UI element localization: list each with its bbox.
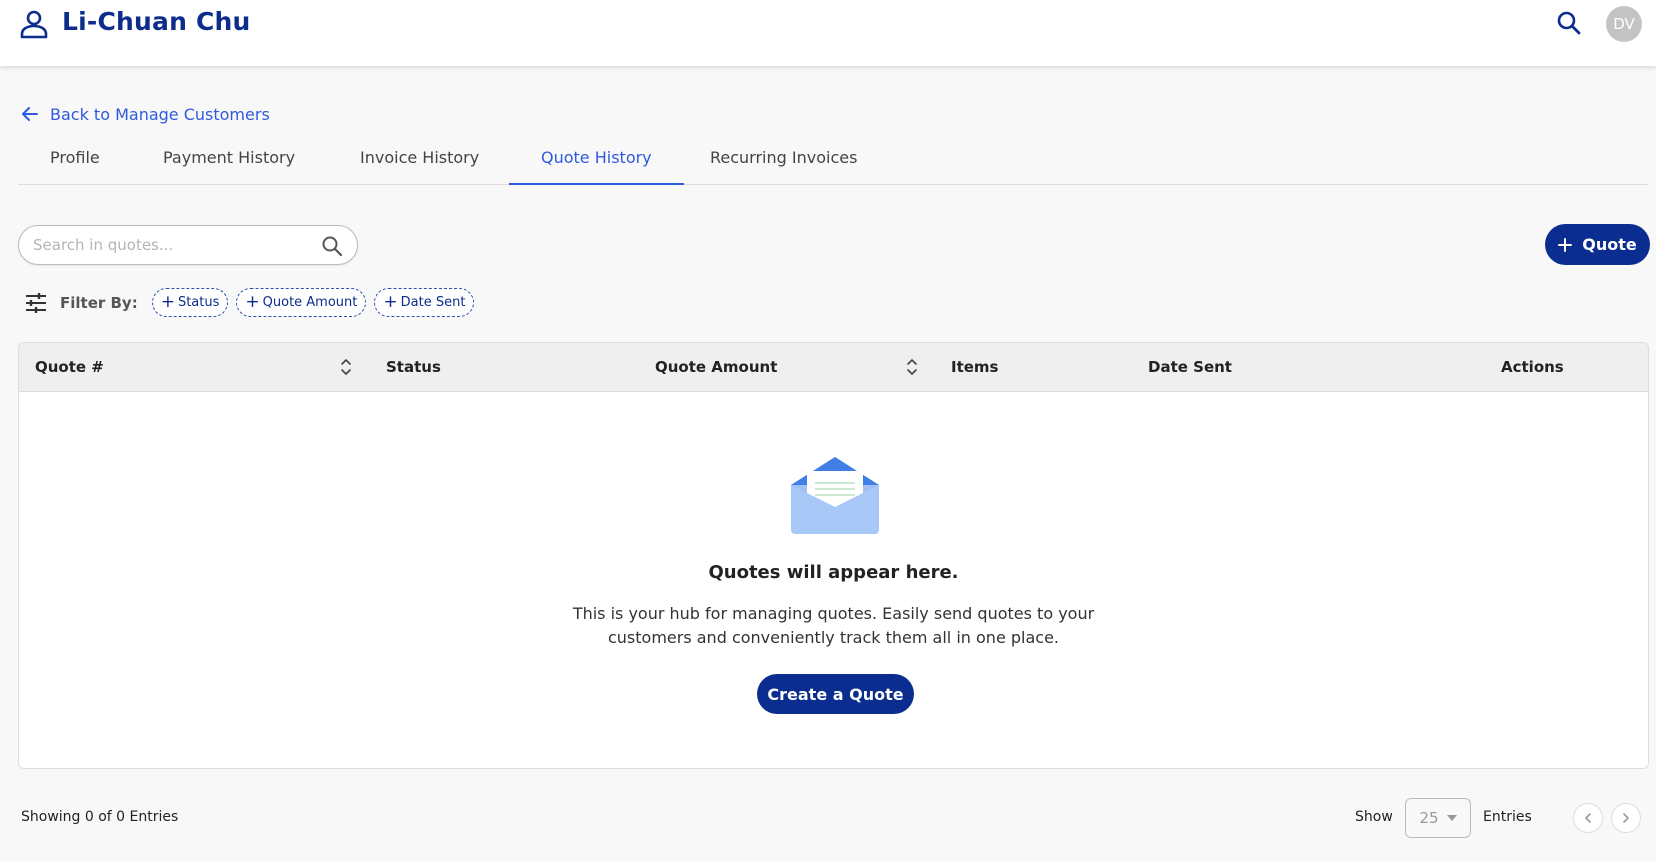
search-icon[interactable] [1556, 10, 1582, 36]
quote-search [18, 225, 358, 265]
person-icon [20, 10, 48, 39]
empty-state-description: This is your hub for managing quotes. Ea… [572, 604, 1095, 647]
add-quote-button[interactable]: Quote [1545, 224, 1650, 265]
quotes-table: Quote # Status Quote Amount Items Date S… [18, 342, 1649, 769]
tab-profile[interactable]: Profile [50, 148, 100, 185]
filter-bar: Filter By: + Status + Quote Amount + Dat… [24, 288, 482, 317]
sort-icon[interactable] [906, 357, 918, 377]
arrow-left-icon [22, 107, 38, 121]
back-to-customers-link[interactable]: Back to Manage Customers [20, 104, 270, 124]
sliders-icon [26, 292, 46, 313]
back-link-label: Back to Manage Customers [50, 104, 270, 124]
empty-state: Quotes will appear here. This is your hu… [19, 392, 1648, 768]
entries-count: Showing 0 of 0 Entries [21, 809, 179, 825]
column-actions: Actions [1501, 358, 1564, 376]
envelope-icon [791, 457, 879, 534]
tab-invoice-history[interactable]: Invoice History [360, 148, 479, 185]
search-input[interactable] [33, 226, 313, 264]
next-page-button[interactable] [1611, 803, 1641, 833]
plus-icon: + [383, 292, 398, 312]
avatar[interactable]: DV [1606, 6, 1642, 42]
column-quote-amount[interactable]: Quote Amount [655, 358, 777, 376]
add-quote-label: Quote [1582, 235, 1637, 254]
customer-tabs: Profile Payment History Invoice History … [18, 140, 1648, 185]
table-header: Quote # Status Quote Amount Items Date S… [19, 343, 1648, 392]
plus-icon: + [245, 292, 260, 312]
filter-chip-date-sent[interactable]: + Date Sent [374, 288, 475, 317]
entries-label: Entries [1483, 809, 1532, 825]
column-status: Status [386, 358, 441, 376]
filter-label: Filter By: [60, 293, 138, 312]
tab-payment-history[interactable]: Payment History [163, 148, 295, 185]
page-title: Li-Chuan Chu [62, 7, 251, 36]
prev-page-button[interactable] [1573, 803, 1603, 833]
filter-chip-quote-amount[interactable]: + Quote Amount [236, 288, 367, 317]
page-size-value: 25 [1419, 809, 1439, 827]
tab-quote-history[interactable]: Quote History [509, 148, 684, 185]
top-bar: Li-Chuan Chu DV [0, 0, 1656, 66]
tab-recurring-invoices[interactable]: Recurring Invoices [710, 148, 857, 185]
chevron-left-icon [1585, 813, 1591, 823]
page-size-select[interactable]: 25 [1405, 798, 1471, 838]
empty-state-title: Quotes will appear here. [708, 562, 959, 583]
column-date-sent: Date Sent [1148, 358, 1232, 376]
column-items: Items [951, 358, 999, 376]
caret-down-icon [1446, 815, 1457, 821]
chevron-right-icon [1623, 813, 1629, 823]
create-quote-button[interactable]: Create a Quote [757, 674, 914, 714]
search-icon[interactable] [321, 235, 343, 257]
plus-icon [1558, 237, 1573, 252]
filter-chip-status[interactable]: + Status [151, 288, 229, 317]
column-quote-number[interactable]: Quote # [35, 358, 104, 376]
show-label: Show [1355, 809, 1393, 825]
plus-icon: + [160, 292, 175, 312]
sort-icon[interactable] [340, 357, 352, 377]
